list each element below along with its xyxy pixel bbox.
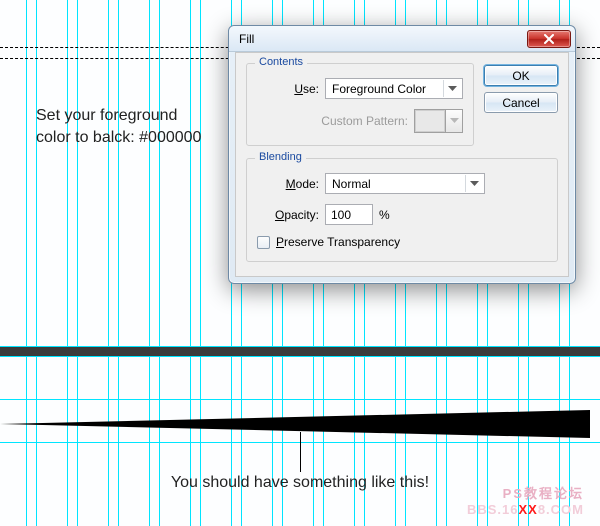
pattern-swatch [414, 109, 446, 133]
mode-value: Normal [332, 177, 371, 191]
cancel-button[interactable]: Cancel [484, 92, 558, 113]
close-icon [543, 34, 555, 44]
ok-button[interactable]: OK [484, 65, 558, 86]
use-dropdown[interactable]: Foreground Color [325, 78, 463, 99]
mode-dropdown[interactable]: Normal [325, 173, 485, 194]
black-bar [0, 347, 600, 356]
annotation-foreground-text: Set your foreground color to balck: #000… [36, 105, 216, 148]
contents-legend: Contents [255, 56, 307, 68]
chevron-down-icon [465, 175, 482, 192]
close-button[interactable] [527, 30, 571, 48]
use-value: Foreground Color [332, 82, 426, 96]
chevron-down-icon [443, 80, 460, 97]
fill-dialog: Fill OK Cancel Contents Use: Foreground … [228, 25, 576, 284]
blending-group: Blending Mode: Normal Opacity: 100 % Pre… [246, 158, 558, 262]
preserve-transparency-checkbox[interactable] [257, 236, 270, 249]
blending-legend: Blending [255, 151, 306, 163]
watermark: PS教程论坛 BBS.16XX8.COM [467, 486, 584, 519]
pattern-dropdown [446, 109, 463, 133]
dialog-titlebar[interactable]: Fill [229, 26, 575, 52]
preserve-transparency-label: Preserve Transparency [276, 235, 400, 249]
dialog-title: Fill [239, 32, 527, 46]
use-label: Use: [257, 82, 319, 96]
custom-pattern-label: Custom Pattern: [321, 114, 408, 128]
opacity-label: Opacity: [257, 208, 319, 222]
opacity-input[interactable]: 100 [325, 204, 373, 225]
chevron-down-icon [450, 118, 459, 124]
annotation-arrow [300, 432, 301, 472]
contents-group: Contents Use: Foreground Color Custom Pa… [246, 63, 474, 146]
percent-label: % [379, 208, 390, 222]
mode-label: Mode: [257, 177, 319, 191]
